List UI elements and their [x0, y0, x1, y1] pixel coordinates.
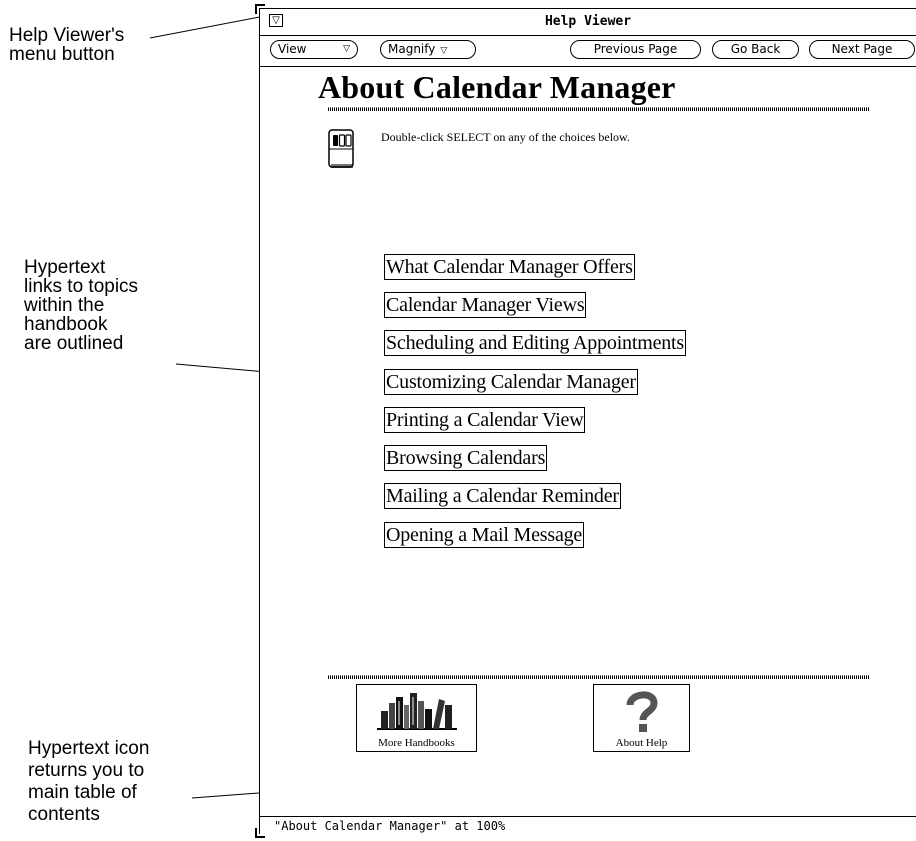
about-help-button[interactable]: About Help [593, 684, 690, 752]
chevron-down-icon: ▽ [343, 44, 350, 54]
previous-page-button[interactable]: Previous Page [570, 40, 701, 59]
more-handbooks-label: More Handbooks [378, 737, 455, 749]
annotation-hypertext-links: Hypertext links to topics within the han… [24, 257, 139, 354]
link-printing-a-calendar-view[interactable]: Printing a Calendar View [384, 407, 586, 433]
link-scheduling-and-editing-appointments[interactable]: Scheduling and Editing Appointments [384, 330, 686, 356]
magnify-menu-button[interactable]: Magnify ▽ [380, 40, 476, 59]
annotation-hypertext-icon: Hypertext icon returns you to main table… [28, 738, 150, 825]
more-handbooks-button[interactable]: More Handbooks [356, 684, 477, 752]
link-calendar-manager-views[interactable]: Calendar Manager Views [384, 292, 587, 318]
help-page-content [260, 66, 916, 790]
control-area: View ▽ Magnify ▽ Previous Page Go Back Nex… [260, 36, 916, 66]
link-mailing-a-calendar-reminder[interactable]: Mailing a Calendar Reminder [384, 483, 621, 509]
books-icon [377, 693, 457, 730]
magnify-menu-label: Magnify [388, 42, 436, 56]
link-opening-a-mail-message[interactable]: Opening a Mail Message [384, 522, 585, 548]
window-title: Help Viewer [544, 14, 632, 29]
page-title: About Calendar Manager [318, 69, 676, 105]
next-page-button[interactable]: Next Page [809, 40, 915, 59]
link-customizing-calendar-manager[interactable]: Customizing Calendar Manager [384, 369, 638, 395]
view-menu-button[interactable]: View ▽ [270, 40, 358, 59]
link-what-calendar-manager-offers[interactable]: What Calendar Manager Offers [384, 254, 635, 280]
help-viewer-window: ▽ Help Viewer View ▽ Magnify ▽ Previous Pa… [255, 4, 916, 838]
leader-line-menu [149, 15, 266, 39]
instruction-text: Double-click SELECT on any of the choice… [381, 130, 630, 144]
question-mark-icon [626, 691, 658, 732]
chevron-down-icon: ▽ [440, 46, 448, 56]
link-browsing-calendars[interactable]: Browsing Calendars [384, 445, 548, 471]
view-menu-label: View [278, 42, 307, 56]
title-bar[interactable]: ▽ Help Viewer [260, 9, 916, 36]
go-back-button[interactable]: Go Back [712, 40, 799, 59]
status-bar: "About Calendar Manager" at 100% [260, 816, 916, 835]
mouse-icon [328, 129, 354, 168]
annotation-menu-button: Help Viewer's menu button [9, 25, 125, 65]
divider [328, 107, 869, 111]
about-help-label: About Help [615, 737, 668, 749]
divider [328, 675, 869, 679]
